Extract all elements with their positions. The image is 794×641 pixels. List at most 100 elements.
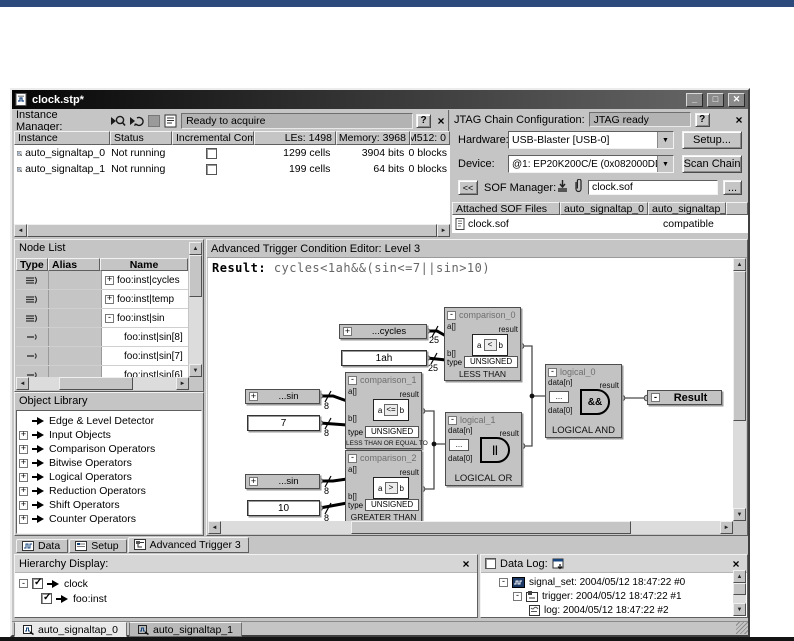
library-item[interactable]: Reduction Operators (19, 484, 199, 498)
scroll-left-icon[interactable] (16, 377, 29, 390)
expand-icon[interactable] (105, 276, 114, 285)
data-log-vscrollbar[interactable] (733, 570, 746, 616)
library-item[interactable]: Comparison Operators (19, 442, 199, 456)
collapse-icon[interactable] (548, 368, 557, 377)
log-entry-trigger[interactable]: trigger: 2004/05/12 18:47:22 #1 (499, 589, 745, 603)
alias-cell[interactable] (49, 309, 102, 327)
library-item[interactable]: Bitwise Operators (19, 456, 199, 470)
col-tap1[interactable]: auto_signaltap_1 (648, 202, 726, 215)
node-row[interactable]: foo:inst|sin (16, 309, 188, 328)
constant-7[interactable]: 7 (247, 415, 320, 431)
scrollbar-thumb[interactable] (351, 521, 631, 534)
table-row[interactable]: auto_signaltap_0 Not running 1299 cells … (14, 145, 450, 161)
node-list-hscrollbar[interactable] (16, 377, 189, 390)
hierarchy-node-fooinst[interactable]: foo:inst (19, 591, 473, 606)
fooinst-checkbox[interactable] (41, 593, 52, 604)
setup-button[interactable]: Setup... (682, 131, 742, 149)
hardware-select[interactable]: USB-Blaster [USB-0] (508, 131, 674, 149)
input-bus-sin[interactable]: ...sin (245, 474, 320, 489)
library-item[interactable]: Input Objects (19, 428, 199, 442)
expand-icon[interactable] (19, 501, 28, 510)
comparison-1-block[interactable]: comparison_1 a[] b[] result a <= b typeU… (345, 372, 422, 449)
type-value[interactable]: UNSIGNED (464, 356, 518, 368)
expand-icon[interactable] (249, 392, 258, 401)
expand-icon[interactable] (343, 327, 352, 336)
table-row[interactable]: auto_signaltap_1 Not running 199 cells 6… (14, 161, 450, 177)
scrollbar-thumb[interactable] (59, 377, 133, 390)
incremental-compile-checkbox[interactable] (206, 164, 217, 175)
col-name[interactable]: Name (100, 258, 188, 271)
collapse-icon[interactable] (19, 579, 28, 588)
expand-icon[interactable] (19, 515, 28, 524)
result-node[interactable]: Result (647, 390, 722, 405)
processing-page-icon[interactable] (163, 114, 178, 128)
data-log-close-icon[interactable] (729, 557, 743, 570)
tab-auto-signaltap-0[interactable]: auto_signaltap_0 (14, 622, 127, 637)
col-incremental-compile[interactable]: Incremental Compile (172, 131, 254, 145)
operator-box[interactable]: a < b (472, 334, 508, 356)
scan-chain-button[interactable]: Scan Chain (682, 155, 742, 173)
instance-hscrollbar[interactable] (14, 224, 450, 237)
type-value[interactable]: UNSIGNED (365, 499, 419, 511)
tab-advanced-trigger[interactable]: Advanced Trigger 3 (128, 537, 249, 553)
col-type[interactable]: Type (16, 258, 48, 271)
constant-1ah[interactable]: 1ah (341, 350, 427, 366)
hierarchy-node-clock[interactable]: clock (19, 576, 473, 591)
data-log-checkbox[interactable] (485, 558, 496, 569)
attach-sof-icon[interactable] (573, 179, 584, 194)
hierarchy-close-icon[interactable] (459, 557, 473, 570)
col-attached-sof[interactable]: Attached SOF Files (452, 202, 560, 215)
instance-manager-close-icon[interactable] (434, 114, 448, 127)
program-device-icon[interactable] (555, 179, 570, 194)
collapse-icon[interactable] (348, 376, 357, 385)
scroll-down-icon[interactable] (733, 508, 746, 521)
scroll-left-icon[interactable] (14, 224, 27, 237)
expand-icon[interactable] (19, 459, 28, 468)
comparison-2-block[interactable]: comparison_2 a[] b[] result a > b typeUN… (345, 450, 422, 521)
port-mid[interactable]: ... (549, 391, 569, 403)
collapse-icon[interactable] (651, 393, 660, 402)
scroll-up-icon[interactable] (189, 242, 202, 255)
input-bus-sin[interactable]: ...sin (245, 389, 320, 404)
expand-icon[interactable] (19, 487, 28, 496)
sof-table-row[interactable]: clock.sof compatible (452, 215, 748, 233)
expand-icon[interactable] (19, 473, 28, 482)
alias-cell[interactable] (49, 271, 102, 289)
node-row[interactable]: foo:inst|sin[8] (16, 328, 188, 347)
col-memory[interactable]: Memory: 3968 (336, 131, 410, 145)
col-m512[interactable]: M512: 0 (410, 131, 450, 145)
help-icon[interactable] (416, 114, 431, 128)
collapse-icon[interactable] (499, 578, 508, 587)
scrollbar-thumb[interactable] (27, 224, 437, 237)
col-instance[interactable]: Instance (14, 131, 110, 145)
browse-sof-button[interactable]: ... (723, 180, 742, 195)
input-bus-cycles[interactable]: ...cycles (339, 324, 427, 339)
collapse-icon[interactable] (348, 454, 357, 463)
trigger-editor-canvas[interactable]: Result: cycles<1ah&&(sin<=7||sin>10) (208, 258, 733, 521)
alias-cell[interactable] (49, 290, 102, 308)
scroll-right-icon[interactable] (720, 521, 733, 534)
operator-box[interactable]: a <= b (373, 399, 409, 421)
clock-checkbox[interactable] (32, 578, 43, 589)
chevron-down-icon[interactable] (657, 156, 673, 172)
tab-auto-signaltap-1[interactable]: auto_signaltap_1 (129, 622, 242, 637)
scroll-left-icon[interactable] (208, 521, 221, 534)
library-item[interactable]: Shift Operators (19, 498, 199, 512)
help-icon[interactable] (695, 113, 710, 127)
stop-analysis-icon[interactable] (148, 115, 160, 127)
resize-grip[interactable] (736, 622, 748, 634)
library-item[interactable]: Logical Operators (19, 470, 199, 484)
collapse-icon[interactable] (447, 311, 456, 320)
jtag-close-icon[interactable] (732, 113, 746, 126)
col-status[interactable]: Status (110, 131, 172, 145)
autorun-analysis-icon[interactable] (129, 114, 145, 128)
maximize-button[interactable]: □ (707, 93, 724, 107)
scrollbar-thumb[interactable] (733, 271, 746, 421)
alias-cell[interactable] (49, 328, 102, 346)
col-tap0[interactable]: auto_signaltap_0 (560, 202, 648, 215)
log-entry-signal-set[interactable]: signal_set: 2004/05/12 18:47:22 #0 (499, 575, 745, 589)
scroll-up-icon[interactable] (733, 258, 746, 271)
logical-0-block[interactable]: logical_0 data[n] ... data[0] result && … (545, 364, 622, 438)
port-mid[interactable]: ... (449, 439, 469, 451)
node-row[interactable]: foo:inst|sin[7] (16, 347, 188, 366)
